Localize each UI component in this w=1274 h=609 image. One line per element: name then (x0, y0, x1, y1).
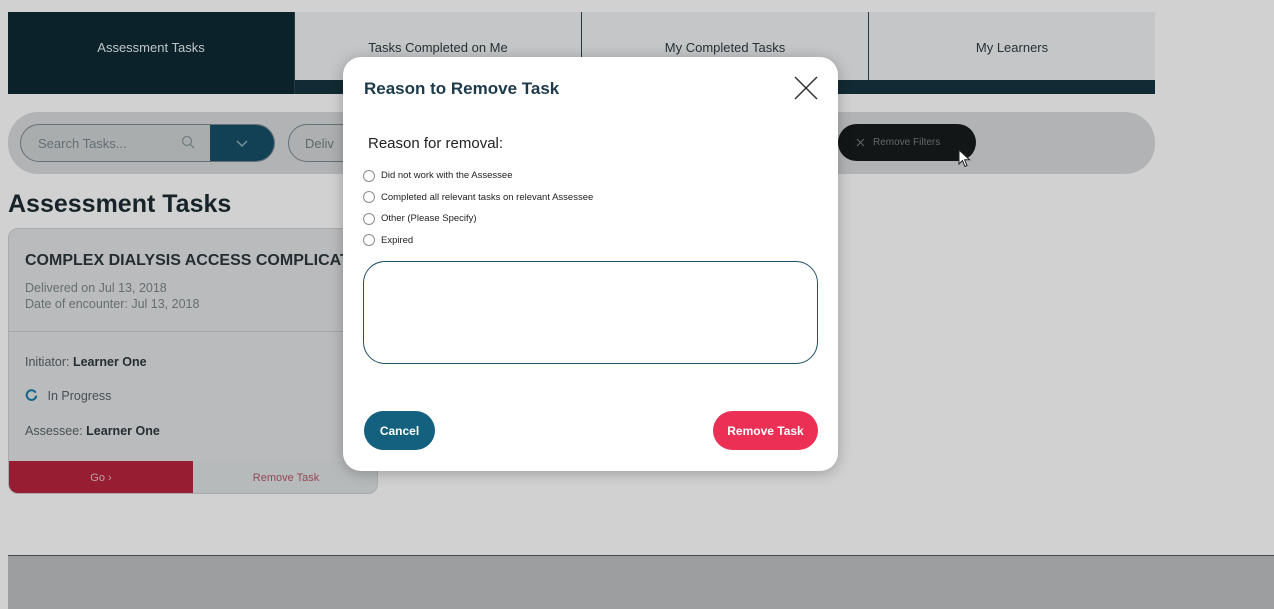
radio-button[interactable] (363, 169, 375, 182)
mouse-cursor-icon (958, 149, 971, 168)
reason-option-expired[interactable]: Expired (363, 230, 593, 252)
radio-button[interactable] (363, 212, 375, 225)
close-icon[interactable] (793, 75, 819, 101)
remove-task-button[interactable]: Remove Task (713, 411, 818, 450)
reason-label: Reason for removal: (368, 135, 504, 152)
reason-textarea[interactable] (363, 261, 818, 364)
reason-option-other[interactable]: Other (Please Specify) (363, 208, 593, 230)
reason-option-did-not-work[interactable]: Did not work with the Assessee (363, 165, 593, 187)
cancel-button[interactable]: Cancel (364, 411, 435, 450)
reason-options: Did not work with the Assessee Completed… (363, 165, 593, 251)
option-label: Expired (381, 234, 414, 246)
option-label: Did not work with the Assessee (381, 170, 513, 182)
remove-task-dialog: Reason to Remove Task Reason for removal… (343, 57, 838, 471)
reason-option-completed-all[interactable]: Completed all relevant tasks on relevant… (363, 187, 593, 209)
dialog-title: Reason to Remove Task (364, 79, 560, 98)
option-label: Other (Please Specify) (381, 213, 477, 225)
option-label: Completed all relevant tasks on relevant… (381, 191, 594, 203)
radio-button[interactable] (363, 191, 375, 204)
radio-button[interactable] (363, 234, 375, 247)
